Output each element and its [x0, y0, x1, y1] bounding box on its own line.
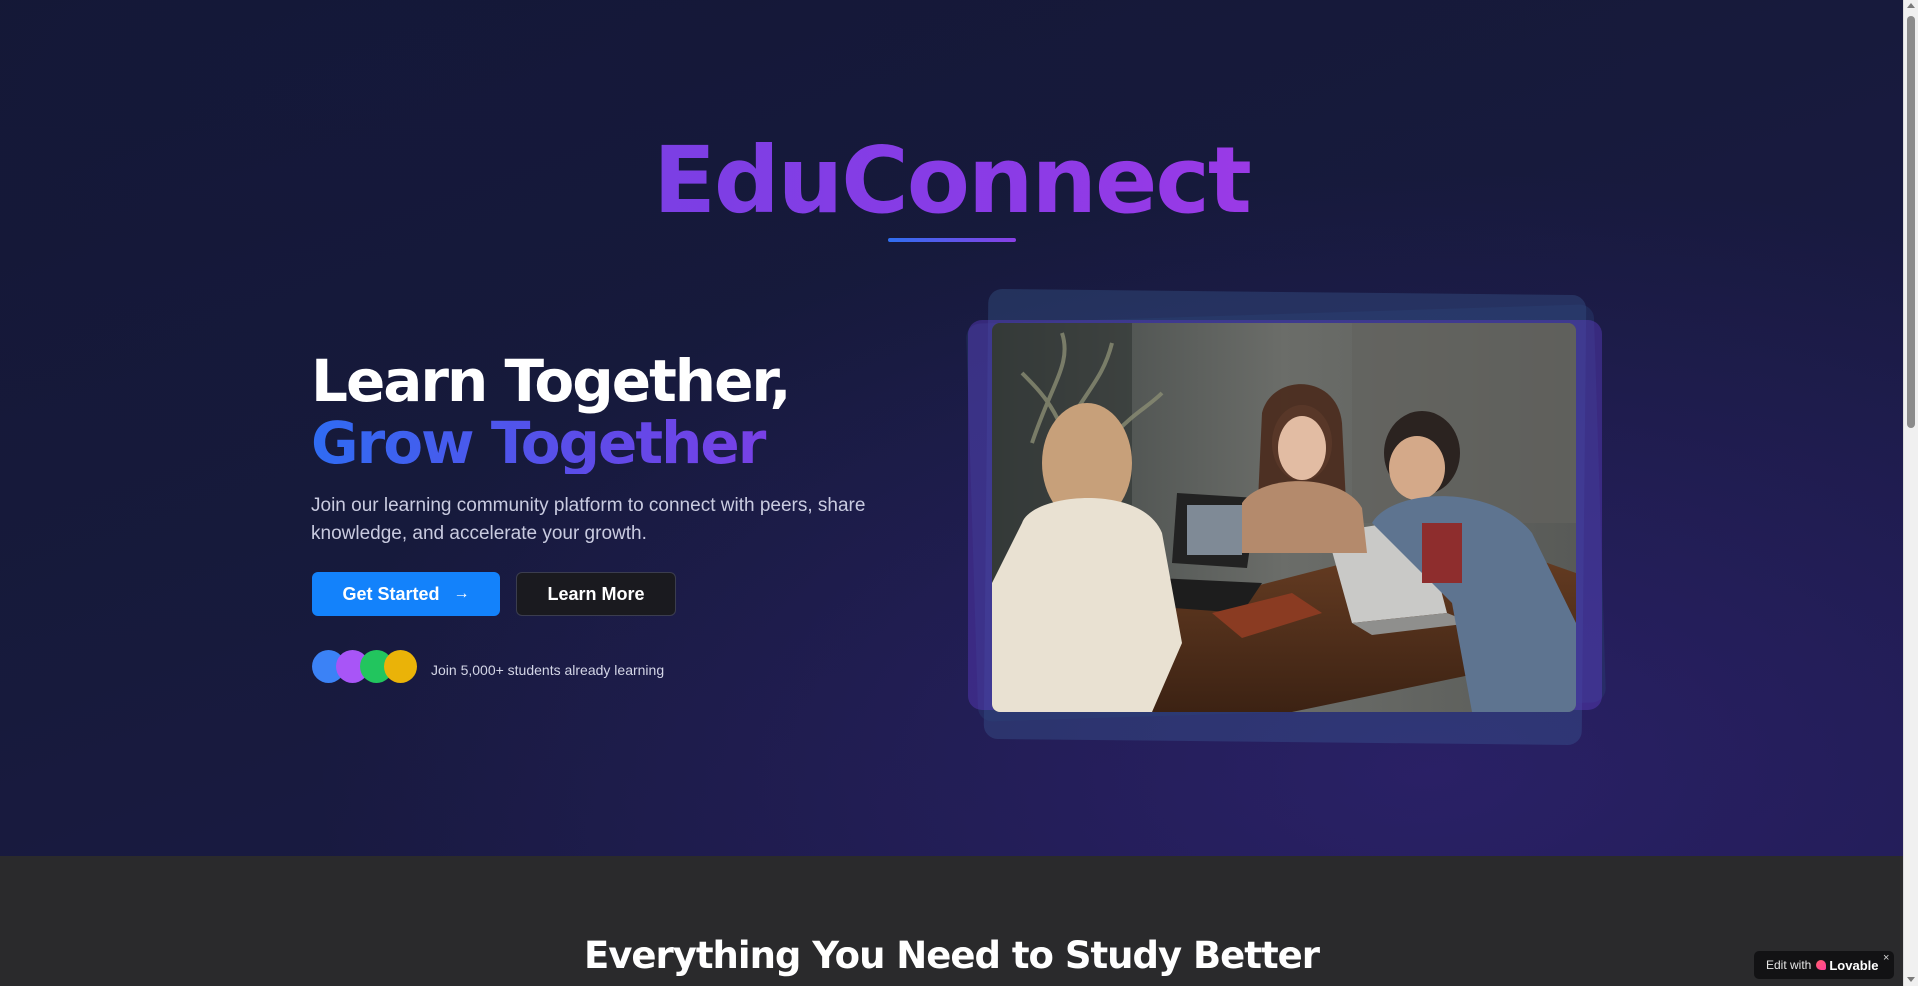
lovable-heart-icon — [1816, 960, 1827, 970]
features-section: Everything You Need to Study Better — [0, 856, 1903, 986]
avatar-stack — [312, 650, 422, 684]
hero-headline: Learn Together, Grow Together — [311, 347, 792, 474]
brand-logo: EduConnect — [0, 126, 1903, 236]
students-photo-illustration — [992, 323, 1576, 712]
headline-line-1: Learn Together, — [311, 347, 792, 415]
headline-line-2: Grow Together — [311, 412, 790, 474]
get-started-button[interactable]: Get Started → — [312, 572, 500, 616]
avatar — [384, 650, 417, 683]
brand-underline — [888, 238, 1016, 242]
scroll-down-arrow-icon[interactable] — [1907, 977, 1915, 982]
hero-subtitle: Join our learning community platform to … — [311, 495, 866, 544]
scroll-up-arrow-icon[interactable] — [1907, 3, 1915, 8]
get-started-label: Get Started — [342, 583, 440, 604]
badge-prefix: Edit with — [1766, 958, 1812, 972]
badge-close-icon[interactable]: × — [1883, 952, 1889, 964]
learn-more-button[interactable]: Learn More — [516, 572, 676, 616]
badge-brand: Lovable — [1829, 957, 1879, 973]
page-scrollbar[interactable] — [1903, 0, 1918, 986]
learn-more-label: Learn More — [547, 583, 645, 604]
arrow-right-icon: → — [453, 585, 470, 602]
brand-name: EduConnect — [653, 127, 1252, 234]
social-proof-text: Join 5,000+ students already learning — [431, 662, 665, 678]
students-photo — [992, 323, 1576, 712]
edit-with-lovable-badge[interactable]: Edit with Lovable — [1754, 951, 1894, 979]
features-title: Everything You Need to Study Better — [584, 934, 1320, 977]
hero-section: EduConnect Learn Together, Grow Together… — [0, 0, 1903, 856]
scrollbar-thumb[interactable] — [1907, 16, 1915, 428]
